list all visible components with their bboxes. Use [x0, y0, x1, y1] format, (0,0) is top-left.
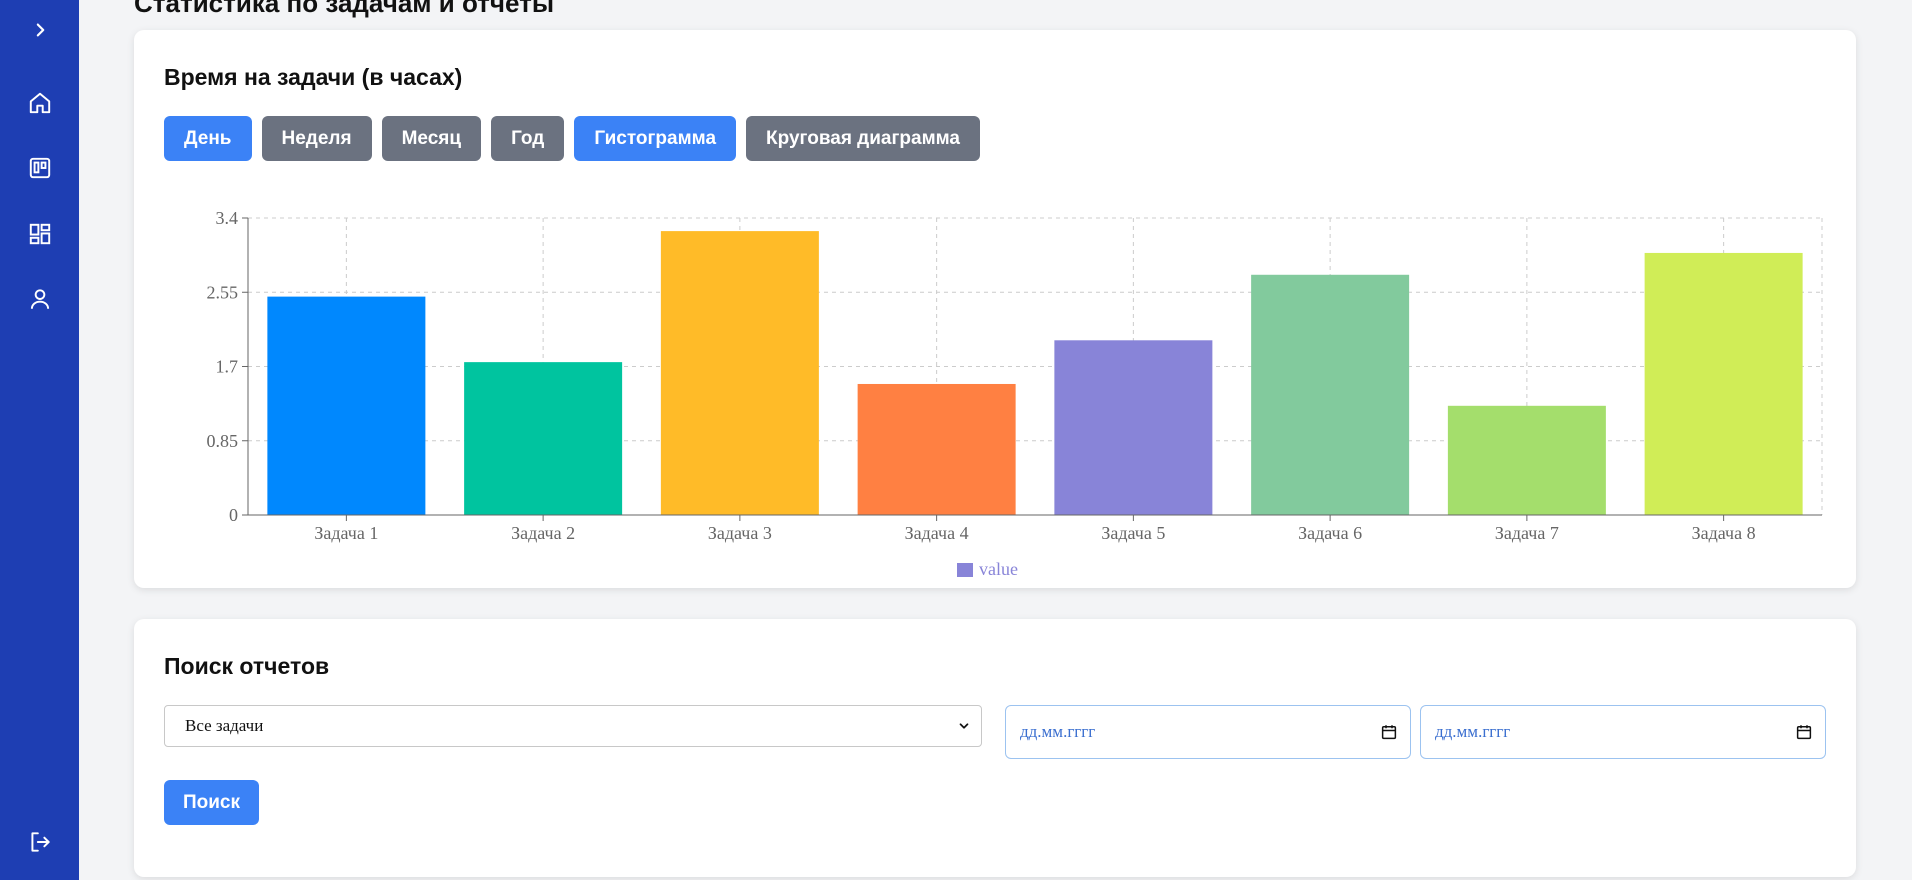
x-tick-label: Задача 1 — [314, 523, 378, 543]
view-histogram-button[interactable]: Гистограмма — [574, 116, 737, 161]
period-year-button[interactable]: Год — [491, 116, 565, 161]
sidebar-item-home[interactable] — [0, 81, 79, 125]
bar-Задача 1 — [267, 296, 426, 515]
logout-button[interactable] — [0, 820, 79, 864]
chart-controls: День Неделя Месяц Год Гистограмма Кругов… — [164, 116, 981, 161]
y-tick-label: 0 — [229, 505, 238, 525]
date-from-input[interactable] — [1018, 721, 1380, 743]
search-button[interactable]: Поиск — [164, 780, 259, 825]
x-tick-label: Задача 2 — [511, 523, 575, 543]
task-select[interactable]: Все задачи — [164, 705, 982, 747]
search-card-title: Поиск отчетов — [164, 653, 330, 679]
sidebar-item-dashboard[interactable] — [0, 212, 79, 256]
x-tick-label: Задача 3 — [708, 523, 772, 543]
dashboard-icon — [29, 223, 50, 245]
period-day-button[interactable]: День — [164, 116, 252, 161]
logout-icon — [30, 832, 50, 852]
calendar-icon[interactable] — [1380, 723, 1398, 741]
bar-Задача 5 — [1054, 340, 1213, 515]
home-icon — [29, 92, 50, 114]
view-pie-chart-button[interactable]: Круговая диаграмма — [746, 116, 981, 161]
bar-Задача 2 — [464, 362, 623, 515]
y-tick-label: 3.4 — [216, 208, 239, 228]
legend-swatch — [957, 563, 973, 577]
sidebar-item-board[interactable] — [0, 146, 79, 190]
period-month-button[interactable]: Месяц — [381, 116, 482, 161]
y-tick-label: 2.55 — [207, 282, 239, 302]
y-tick-label: 0.85 — [207, 431, 239, 451]
user-icon — [30, 289, 49, 309]
bar-Задача 4 — [857, 383, 1016, 515]
page-title: Статистика по задачам и отчеты — [134, 0, 555, 18]
report-search-card: Поиск отчетов Все задачи Поиск — [134, 619, 1856, 877]
sidebar-toggle-button[interactable] — [0, 8, 79, 52]
legend-label: value — [979, 559, 1018, 579]
bar-Задача 8 — [1644, 252, 1803, 516]
calendar-icon[interactable] — [1795, 723, 1813, 741]
chevron-down-icon — [959, 723, 969, 729]
x-tick-label: Задача 6 — [1298, 523, 1362, 543]
date-to-input[interactable] — [1433, 721, 1795, 743]
chart-card-title: Время на задачи (в часах) — [164, 64, 463, 90]
x-tick-label: Задача 8 — [1692, 523, 1756, 543]
bar-Задача 6 — [1251, 274, 1410, 515]
board-icon — [29, 157, 50, 179]
sidebar — [0, 0, 79, 880]
task-time-chart-card: Время на задачи (в часах) День Неделя Ме… — [134, 30, 1856, 588]
period-week-button[interactable]: Неделя — [261, 116, 372, 161]
y-tick-label: 1.7 — [216, 357, 239, 377]
date-to-field[interactable] — [1420, 705, 1826, 759]
date-from-field[interactable] — [1005, 705, 1411, 759]
task-select-value: Все задачи — [185, 716, 264, 735]
bar-Задача 3 — [660, 231, 819, 515]
bar-chart: 0 0.85 1.7 2.55 3.4 Задача 1 Задача 2 Задача 3 З… — [207, 208, 1823, 579]
x-tick-label: Задача 5 — [1101, 523, 1165, 543]
chevron-right-icon — [36, 23, 44, 37]
x-tick-label: Задача 7 — [1495, 523, 1559, 543]
bar-Задача 7 — [1447, 405, 1606, 515]
x-tick-label: Задача 4 — [905, 523, 969, 543]
sidebar-item-profile[interactable] — [0, 277, 79, 321]
